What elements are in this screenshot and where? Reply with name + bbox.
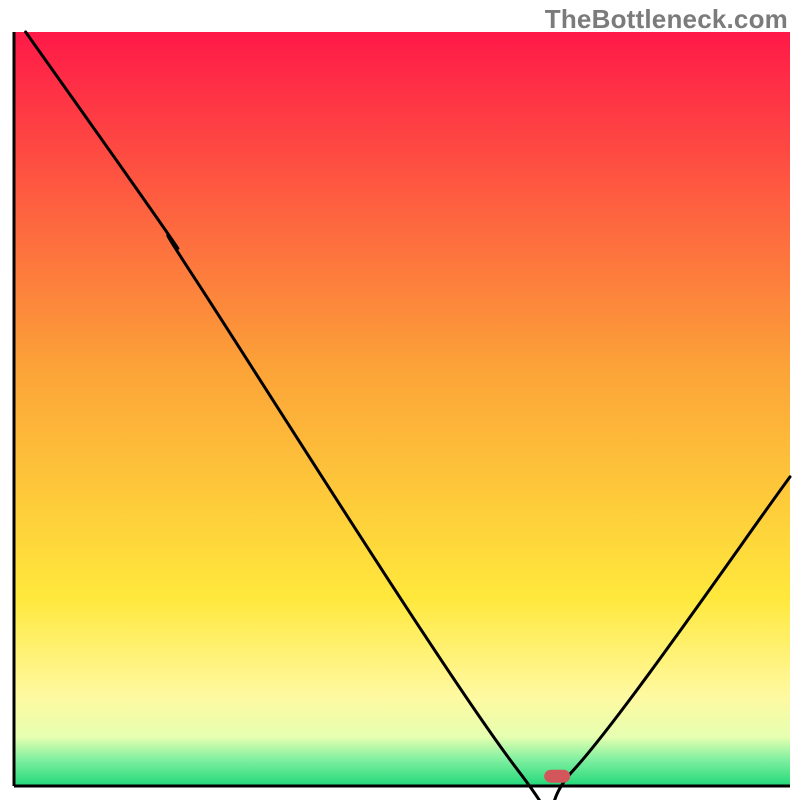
plot-background	[14, 32, 790, 786]
bottleneck-chart	[0, 0, 800, 800]
chart-container: TheBottleneck.com	[0, 0, 800, 800]
watermark-text: TheBottleneck.com	[545, 4, 788, 35]
optimal-marker	[544, 770, 570, 783]
